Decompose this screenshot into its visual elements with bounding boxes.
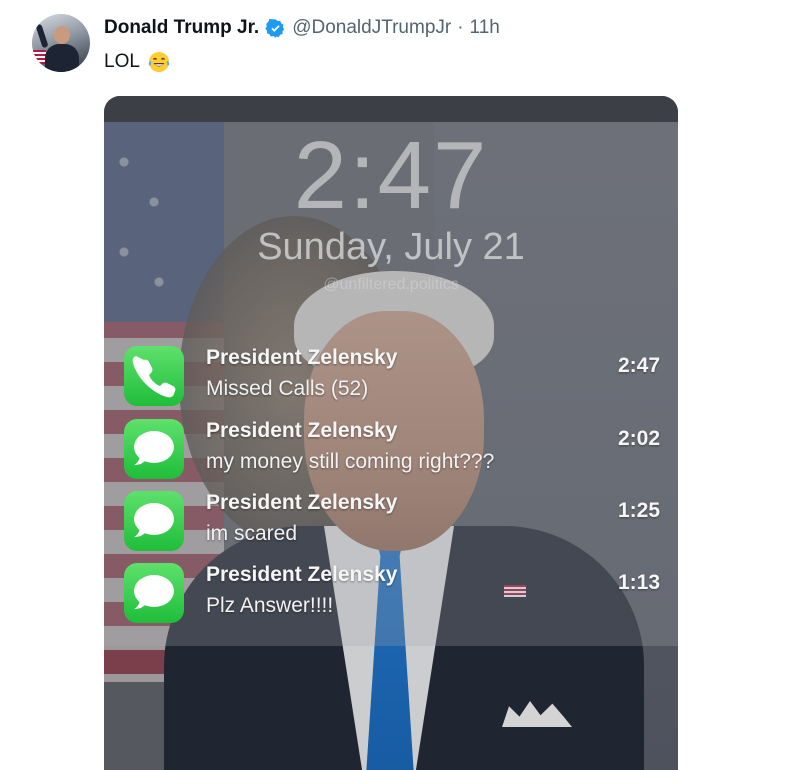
author-name[interactable]: Donald Trump Jr. <box>104 16 259 40</box>
notification-title: President Zelensky <box>206 563 398 586</box>
avatar-suit <box>45 44 79 72</box>
notification-time: 1:25 <box>617 499 660 522</box>
messages-app-icon <box>124 491 184 551</box>
notification-message-2: President Zelensky im scared 1:25 <box>124 491 664 555</box>
lockscreen-date: Sunday, July 21 <box>257 226 525 268</box>
message-bubble-icon <box>134 575 174 609</box>
notification-body: Missed Calls (52) <box>206 377 369 400</box>
tweet-text: LOL <box>104 50 171 74</box>
tweet-timestamp[interactable]: 11h <box>470 16 500 40</box>
message-bubble-icon <box>134 503 174 537</box>
avatar-head <box>54 26 70 44</box>
tweet: Donald Trump Jr. @DonaldJTrumpJr · 11h L… <box>0 0 795 770</box>
lockscreen-overlay-bottom <box>104 646 678 770</box>
avatar-flag <box>32 50 46 64</box>
watermark: @unfiltered.politics <box>323 276 459 293</box>
notification-body: my money still coming right??? <box>206 450 495 473</box>
message-bubble-icon <box>134 431 174 465</box>
tears-of-joy-emoji <box>147 50 171 74</box>
lockscreen-time: 2:47 <box>293 122 489 229</box>
author-handle[interactable]: @DonaldJTrumpJr <box>292 16 451 40</box>
notification-message-1: President Zelensky my money still coming… <box>124 419 664 483</box>
avatar-raised-arm <box>35 23 49 49</box>
notification-title: President Zelensky <box>206 346 398 369</box>
notification-body: im scared <box>206 522 298 545</box>
author-avatar[interactable] <box>32 14 90 72</box>
notification-title: President Zelensky <box>206 491 398 514</box>
notification-body: Plz Answer!!!! <box>206 594 334 617</box>
phone-app-icon <box>124 346 184 406</box>
header-separator: · <box>457 17 464 38</box>
notification-missed-calls: President Zelensky Missed Calls (52) 2:4… <box>124 346 664 410</box>
tweet-image[interactable]: 2:47 Sunday, July 21 @unfiltered.politic… <box>104 96 678 770</box>
verified-badge-icon <box>265 18 286 39</box>
messages-app-icon <box>124 419 184 479</box>
notification-message-3: President Zelensky Plz Answer!!!! 1:13 <box>124 563 664 627</box>
image-top-band <box>104 96 678 122</box>
phone-icon <box>132 356 176 398</box>
notification-time: 2:02 <box>617 427 660 450</box>
tweet-header: Donald Trump Jr. @DonaldJTrumpJr · 11h <box>104 16 500 40</box>
messages-app-icon <box>124 563 184 623</box>
notification-title: President Zelensky <box>206 419 398 442</box>
notification-time: 1:13 <box>617 571 660 594</box>
tweet-text-content: LOL <box>104 51 140 72</box>
notification-time: 2:47 <box>617 354 660 377</box>
